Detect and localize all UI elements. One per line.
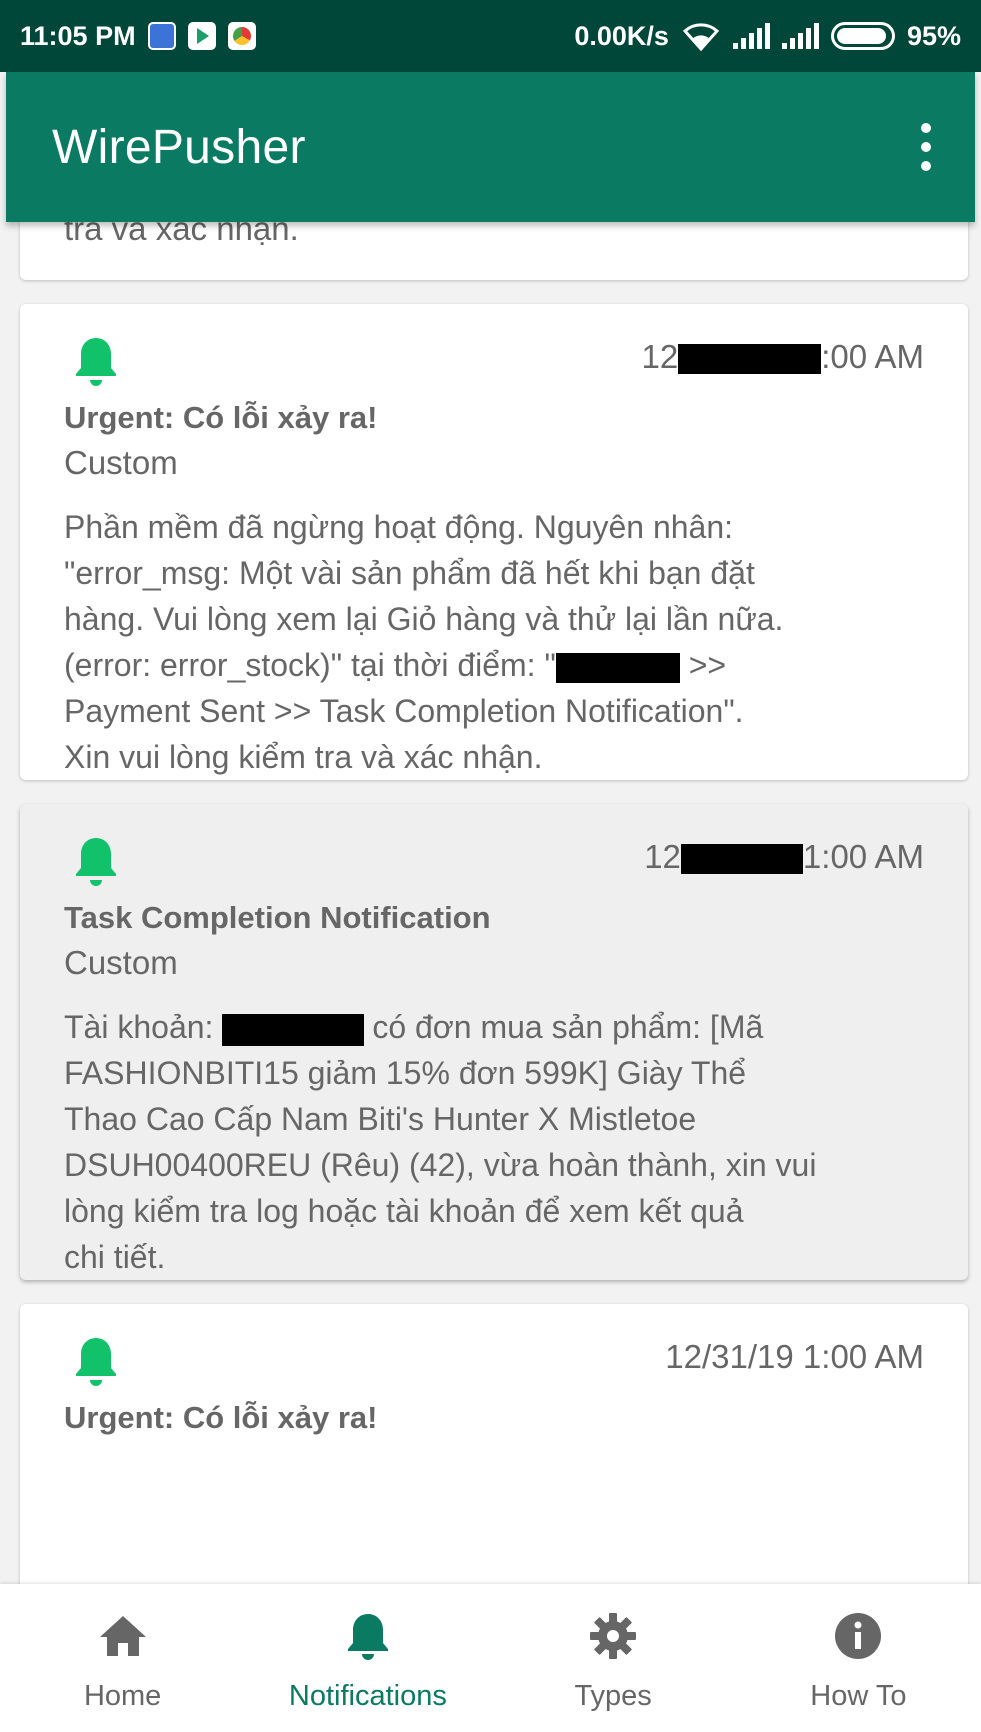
notification-list[interactable]: tra và xác nhận. 12:00 AM Urgent: Có lỗi… (0, 222, 981, 1584)
redacted-block (678, 344, 822, 375)
nav-label: How To (810, 1680, 907, 1712)
notification-title: Task Completion Notification (64, 900, 491, 935)
notification-app-icon (147, 22, 176, 50)
battery-icon (830, 22, 895, 50)
bell-icon (347, 1614, 388, 1660)
bell-icon (76, 338, 116, 386)
nav-types[interactable]: Types (491, 1584, 736, 1713)
battery-level (836, 28, 887, 44)
network-speed: 0.00K/s (574, 20, 669, 51)
status-bar-left: 11:05 PM (20, 21, 256, 52)
notification-body: tra và xác nhận. (64, 222, 299, 247)
redacted-block (555, 652, 680, 683)
app-title: WirePusher (52, 120, 306, 174)
nav-notifications[interactable]: Notifications (245, 1584, 490, 1713)
notification-card[interactable]: tra và xác nhận. (20, 222, 968, 280)
status-time: 11:05 PM (20, 20, 136, 51)
notification-title: Urgent: Có lỗi xảy ra! (64, 1400, 378, 1435)
notification-body: Tài khoản: có đơn mua sản phẩm: [Mã FASH… (64, 1009, 817, 1275)
notification-time: 12:00 AM (641, 338, 924, 375)
info-icon (835, 1613, 882, 1659)
nav-home[interactable]: Home (0, 1584, 245, 1713)
redacted-block (680, 844, 803, 875)
notification-body: Phần mềm đã ngừng hoạt động. Nguyên nhân… (64, 509, 784, 775)
notification-title: Urgent: Có lỗi xảy ra! (64, 400, 378, 435)
notification-card[interactable]: 12/31/19 1:00 AM Urgent: Có lỗi xảy ra! (20, 1304, 968, 1584)
notification-type: Custom (64, 444, 178, 481)
battery-percent: 95% (906, 20, 961, 51)
nav-how-to[interactable]: How To (736, 1584, 981, 1713)
notification-card[interactable]: 12:00 AM Urgent: Có lỗi xảy ra! Custom P… (20, 304, 968, 780)
notification-time: 12 1:00 AM (644, 838, 924, 875)
nav-label: Home (83, 1680, 162, 1712)
gear-icon (590, 1613, 637, 1659)
wifi-icon (682, 23, 720, 51)
signal-icon (781, 23, 819, 49)
chrome-icon (227, 22, 256, 50)
notification-time: 12/31/19 1:00 AM (665, 1338, 924, 1375)
status-bar-right: 0.00K/s 95% (574, 21, 961, 52)
notification-type: Custom (64, 944, 178, 981)
nav-label: Types (574, 1680, 652, 1712)
bell-icon (76, 838, 116, 886)
overflow-menu-icon[interactable] (913, 115, 939, 179)
home-icon (99, 1616, 146, 1656)
signal-icon (732, 23, 770, 49)
notification-card[interactable]: 12 1:00 AM Task Completion Notification C… (20, 804, 968, 1280)
play-store-icon (187, 22, 216, 50)
bottom-navigation: Home Notifications Types How To (0, 1584, 981, 1732)
nav-label: Notifications (288, 1680, 447, 1712)
bell-icon (76, 1338, 116, 1386)
redacted-block (222, 1013, 365, 1046)
status-bar: 11:05 PM 0.00K/s 95% (0, 0, 981, 72)
app-bar: WirePusher (6, 72, 975, 222)
